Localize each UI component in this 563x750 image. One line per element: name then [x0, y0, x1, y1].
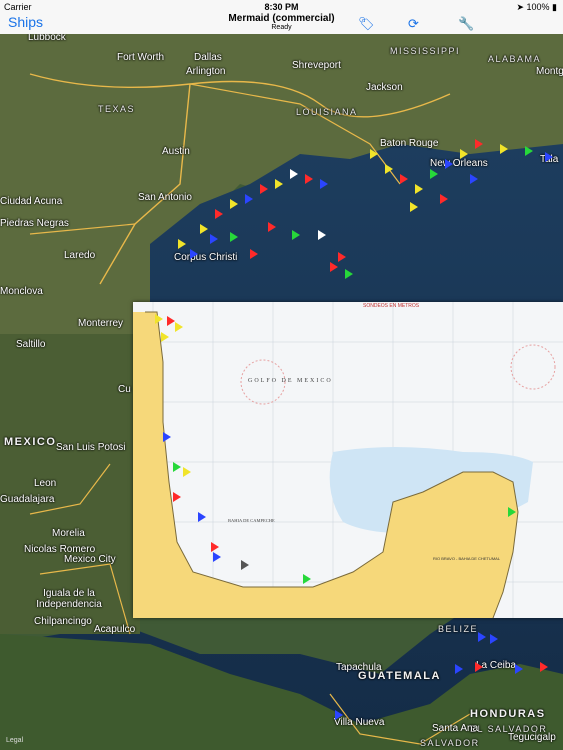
chart-scale-label: SONDEOS EN METROS [363, 303, 420, 309]
legal-link[interactable]: Legal [6, 737, 23, 744]
refresh-icon[interactable]: ⟳ [408, 16, 419, 32]
nautical-chart-overlay[interactable]: SONDEOS EN METROS GOLFO DE MEXICO BAHIA … [133, 302, 563, 619]
clock: 8:30 PM [264, 2, 299, 12]
tag-icon[interactable]: 🏷 [358, 16, 375, 32]
nautical-chart: SONDEOS EN METROS GOLFO DE MEXICO BAHIA … [133, 302, 563, 619]
status-bar: Carrier 8:30 PM ➤ 100% ▮ [0, 0, 563, 14]
chart-name: RIO BRAVO - BAHIA DE CHETUMAL [433, 556, 501, 561]
ship-cluster-texas-coast[interactable] [178, 169, 353, 279]
battery-label: ➤ 100% ▮ [516, 2, 557, 12]
chart-title: GOLFO DE MEXICO [248, 378, 333, 384]
page-title: Mermaid (commercial) [228, 13, 335, 24]
ship-cluster-louisiana-coast[interactable] [370, 139, 553, 212]
status-subtitle: Ready [271, 24, 292, 31]
chart-subtitle: BAHIA DE CAMPECHE [228, 518, 275, 523]
navigation-bar: Ships Mermaid (commercial) Ready 🏷 ⟳ 🔧 [0, 13, 563, 35]
ship-cluster-central-america[interactable] [335, 604, 548, 720]
wrench-icon[interactable]: 🔧 [458, 16, 474, 32]
